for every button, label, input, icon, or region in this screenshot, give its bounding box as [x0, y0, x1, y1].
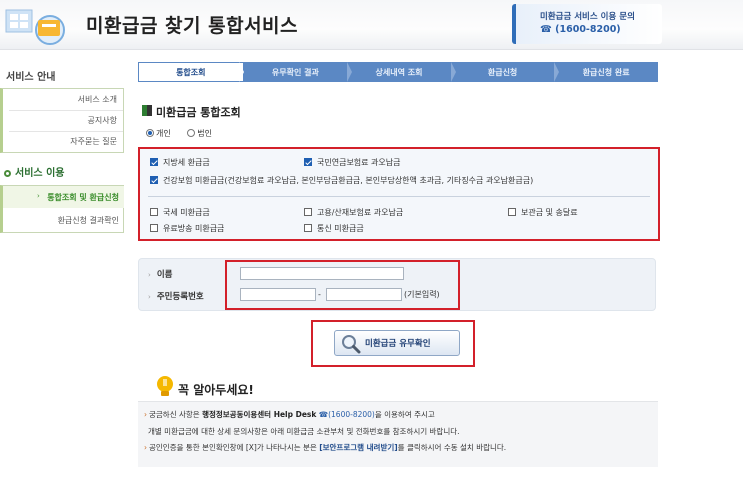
divider	[148, 196, 650, 197]
notice-box: › 궁금하신 사항은 행정정보공동이용센터 Help Desk ☎(1600-82…	[138, 401, 658, 467]
step-label: 환급신청 완료	[582, 67, 630, 77]
checkbox-paid-broadcast[interactable]: 유료방송 미환급금	[150, 223, 224, 234]
step-refund-request: 환급신청	[450, 62, 555, 82]
checkbox-telecom[interactable]: 통신 미환급금	[304, 223, 364, 234]
step-separator	[238, 62, 244, 82]
step-detail-inquiry: 상세내역 조회	[347, 62, 451, 82]
checkbox-box[interactable]	[150, 176, 158, 184]
notice-text: 을 이용하여 주시고	[374, 410, 435, 419]
step-refund-complete: 환급신청 완료	[554, 62, 658, 82]
step-integrated-inquiry: 통합조회	[138, 62, 244, 82]
section-title-text: 미환급금 통합조회	[156, 106, 241, 119]
section-title-icon	[142, 105, 152, 116]
checkbox-label: 보관금 및 송달료	[521, 208, 578, 217]
checkbox-box[interactable]	[150, 208, 158, 216]
step-label: 상세내역 조회	[375, 67, 423, 77]
checkbox-local-tax[interactable]: 지방세 환급금	[150, 157, 210, 168]
chevron-right-icon: ›	[148, 293, 151, 301]
sidebar-item-service-intro[interactable]: 서비스 소개	[78, 94, 117, 105]
notice-line-3: › 공인인증을 통한 본인확인창에 [X]가 나타나시는 분은 [보안프로그램 내…	[144, 442, 506, 453]
check-refund-button[interactable]: 미환급금 유무확인	[334, 330, 460, 356]
chevron-right-icon: ›	[144, 410, 147, 419]
step-existence-result: 유무확인 결과	[238, 62, 348, 82]
chevron-right-icon: ›	[144, 443, 147, 452]
help-desk-phone: ☎ (1600-8200)	[540, 24, 621, 35]
sidebar-item-notice[interactable]: 공지사항	[88, 115, 117, 126]
checkbox-health-insurance[interactable]: 건강보험 미환급금(건강보험료 과오납금, 본인부담금환급금, 본인부담상한액 …	[150, 175, 533, 186]
checkbox-label: 건강보험 미환급금(건강보험료 과오납금, 본인부담금환급금, 본인부담상한액 …	[163, 176, 534, 185]
notice-phone: (1600-8200)	[328, 410, 375, 419]
site-title: 미환급금 찾기 통합서비스	[86, 15, 299, 37]
notice-text: 를 클릭하시어 수동 설치 바랍니다.	[397, 443, 507, 452]
checkbox-label: 고용/산재보험료 과오납금	[317, 208, 404, 217]
help-desk-box[interactable]: 미환급금 서비스 이용 문의 ☎ (1600-8200)	[512, 4, 662, 44]
sidebar-use-menu: › 통합조회 및 환급신청 환급신청 결과확인	[0, 185, 124, 233]
checkbox-box[interactable]	[508, 208, 516, 216]
checkbox-label: 유료방송 미환급금	[163, 224, 225, 233]
magnifier-icon	[342, 335, 361, 354]
radio-individual[interactable]	[146, 129, 154, 137]
checkbox-box[interactable]	[304, 208, 312, 216]
checkbox-deposit-fee[interactable]: 보관금 및 송달료	[508, 207, 578, 218]
sidebar-use-title: 서비스 이용	[4, 164, 64, 179]
checkbox-box[interactable]	[304, 158, 312, 166]
name-label-text: 이름	[156, 270, 173, 280]
checkbox-national-tax[interactable]: 국세 미환급금	[150, 207, 210, 218]
rrn-label: › 주민등록번호	[148, 290, 204, 302]
divider	[9, 110, 123, 111]
checkbox-label: 국민연금보험료 과오납금	[317, 158, 401, 167]
security-download-link[interactable]: [보안프로그램 내려받기]	[319, 443, 397, 452]
person-type-radio-group: 개인 법인	[146, 128, 656, 142]
refund-type-checkbox-group: 지방세 환급금 국민연금보험료 과오납금 건강보험 미환급금(건강보험료 과오납…	[138, 147, 660, 241]
radio-corporation-label: 법인	[197, 129, 213, 138]
checkbox-employment-insurance[interactable]: 고용/산재보험료 과오납금	[304, 207, 403, 218]
step-separator	[554, 62, 560, 82]
sidebar-item-refund-result[interactable]: 환급신청 결과확인	[58, 215, 119, 226]
checkbox-box[interactable]	[150, 224, 158, 232]
checkbox-box[interactable]	[150, 158, 158, 166]
chevron-right-icon: ›	[37, 192, 40, 200]
sidebar-guide-menu: 서비스 소개 공지사항 자주묻는 질문	[0, 88, 124, 153]
step-separator	[450, 62, 456, 82]
section-title: 미환급금 통합조회	[156, 104, 241, 120]
notice-text: 궁금하신 사항은	[149, 410, 203, 419]
checkbox-label: 통신 미환급금	[317, 224, 364, 233]
notice-line-1: › 궁금하신 사항은 행정정보공동이용센터 Help Desk ☎(1600-82…	[144, 409, 435, 420]
highlight-box-form	[225, 260, 460, 310]
divider	[9, 131, 123, 132]
sidebar-item-faq[interactable]: 자주묻는 질문	[70, 136, 117, 147]
logo-icon	[5, 9, 65, 45]
notice-title: 꼭 알아두세요!	[178, 383, 254, 397]
sidebar-use-title-text: 서비스 이용	[15, 168, 65, 179]
phone-icon: ☎	[316, 410, 329, 419]
checkbox-national-pension[interactable]: 국민연금보험료 과오납금	[304, 157, 401, 168]
circle-bullet-icon	[4, 170, 11, 177]
radio-individual-label: 개인	[156, 129, 171, 138]
help-desk-link[interactable]: 행정정보공동이용센터 Help Desk	[202, 410, 316, 419]
step-separator	[347, 62, 353, 82]
name-label: › 이름	[148, 268, 172, 280]
step-label: 유무확인 결과	[271, 67, 319, 77]
rrn-label-text: 주민등록번호	[156, 292, 204, 302]
checkbox-label: 지방세 환급금	[163, 158, 210, 167]
progress-steps: 통합조회 유무확인 결과 상세내역 조회 환급신청 환급신청 완료	[138, 62, 658, 82]
radio-corporation[interactable]	[187, 129, 196, 137]
step-label: 통합조회	[176, 67, 206, 77]
help-desk-title: 미환급금 서비스 이용 문의	[540, 12, 635, 22]
step-label: 환급신청	[487, 67, 518, 77]
notice-text: 공인인증을 통한 본인확인창에 [X]가 나타나시는 분은	[149, 443, 320, 452]
check-refund-button-label: 미환급금 유무확인	[365, 339, 431, 349]
sidebar-item-integrated-inquiry[interactable]: 통합조회 및 환급신청	[47, 192, 119, 203]
checkbox-box[interactable]	[304, 224, 312, 232]
checkbox-label: 국세 미환급금	[163, 208, 210, 217]
notice-line-2: 개별 미환급금에 대한 상세 문의사항은 아래 미환급금 소관부처 및 전화번호…	[148, 427, 460, 436]
sidebar-guide-title: 서비스 안내	[6, 72, 56, 83]
chevron-right-icon: ›	[148, 271, 151, 279]
header: 미환급금 찾기 통합서비스 미환급금 서비스 이용 문의 ☎ (1600-820…	[0, 0, 743, 50]
lightbulb-icon	[157, 376, 173, 396]
